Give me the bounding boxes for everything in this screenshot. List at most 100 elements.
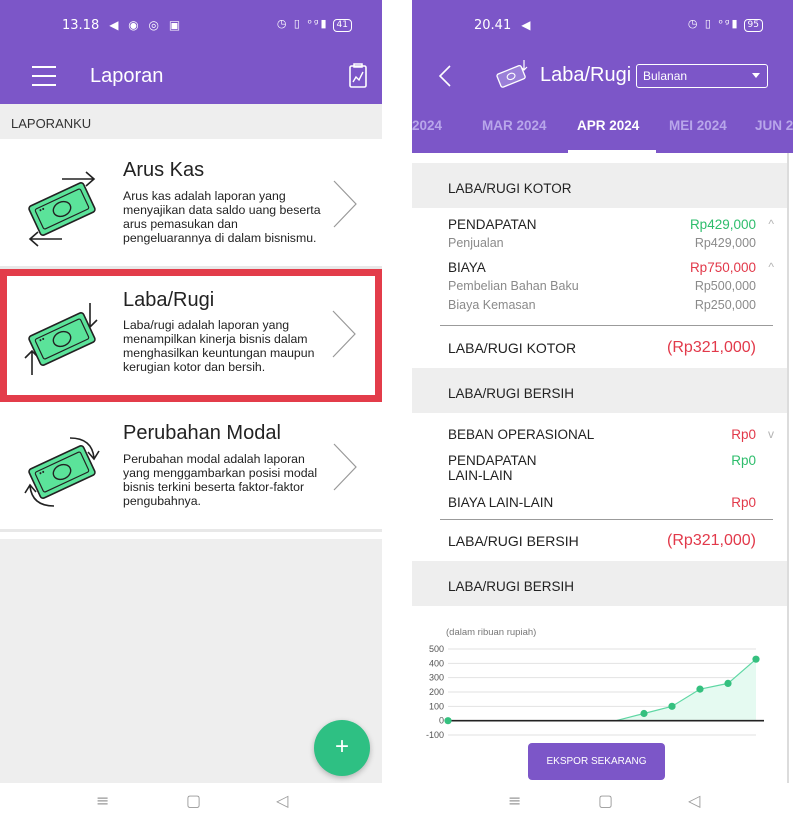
- nav-menu-icon[interactable]: ≡: [508, 791, 521, 810]
- row-amount: Rp0: [731, 495, 756, 510]
- y-tick-label: 300: [429, 673, 444, 683]
- row-amount: (Rp321,000): [667, 339, 756, 356]
- data-point: [724, 679, 732, 687]
- export-now-button[interactable]: EKSPOR SEKARANG: [528, 743, 665, 780]
- notification-icons: ◀ ◉ ◎ ▣: [109, 18, 184, 32]
- dropdown-caret-icon: [752, 73, 760, 78]
- cash-flow-icon: [28, 171, 96, 247]
- scrollbar[interactable]: [787, 153, 789, 783]
- period-select[interactable]: Bulanan: [636, 64, 768, 88]
- row-label: LABA/RUGI KOTOR: [448, 340, 577, 356]
- row-label: PENDAPATAN: [448, 217, 537, 232]
- divider: [440, 519, 773, 520]
- report-title: Perubahan Modal: [123, 422, 281, 444]
- report-item-perubahan-modal[interactable]: Perubahan Modal Perubahan modal adalah l…: [0, 402, 382, 532]
- status-bar: 13.18 ◀ ◉ ◎ ▣ ◷ ▯ ᵒᵍ▮ 41: [0, 0, 382, 50]
- section-header-net: LABA/RUGI BERSIH: [412, 368, 787, 413]
- row-net-total: LABA/RUGI BERSIH (Rp321,000): [448, 532, 774, 549]
- add-fab-button[interactable]: +: [314, 720, 370, 776]
- y-tick-label: -100: [426, 730, 444, 740]
- row-amount: (Rp321,000): [667, 532, 756, 549]
- notification-icons: ◀: [521, 18, 534, 32]
- system-icons: ◷ ▯ ᵒᵍ▮ 95: [688, 17, 763, 32]
- row-label-line1: PENDAPATAN: [448, 453, 537, 468]
- chevron-right-icon: [333, 443, 357, 491]
- y-tick-label: 500: [429, 644, 444, 654]
- row-amount: Rp429,000: [694, 236, 756, 250]
- data-point: [640, 709, 648, 718]
- row-amount: Rp250,000: [694, 298, 756, 312]
- tab-mar-2024[interactable]: MAR 2024: [482, 118, 547, 133]
- period-select-value: Bulanan: [643, 69, 688, 83]
- report-item-arus-kas[interactable]: Arus Kas Arus kas adalah laporan yang me…: [0, 139, 382, 269]
- series-area: [448, 659, 756, 721]
- divider: [440, 325, 773, 326]
- signal-icons: ◷ ▯ ᵒᵍ▮: [276, 17, 329, 30]
- status-time: 20.41: [474, 17, 512, 33]
- row-label: Biaya Kemasan: [448, 298, 536, 312]
- row-label: LABA/RUGI BERSIH: [448, 533, 579, 549]
- data-point: [752, 655, 760, 663]
- system-icons: ◷ ▯ ᵒᵍ▮ 41: [277, 17, 352, 32]
- chevron-up-icon[interactable]: ^: [768, 260, 774, 274]
- section-header-chart: LABA/RUGI BERSIH: [412, 561, 787, 606]
- capital-change-icon: [24, 437, 100, 507]
- nav-home-icon[interactable]: ▢: [186, 791, 201, 810]
- row-amount: Rp429,000: [689, 217, 756, 232]
- y-tick-label: 100: [429, 701, 444, 711]
- page-title: Laporan: [90, 65, 164, 87]
- system-navbar: ≡ ▢ ◁: [0, 783, 382, 824]
- nav-back-icon[interactable]: ◁: [276, 791, 288, 810]
- row-label: BIAYA LAIN-LAIN: [448, 495, 554, 510]
- report-item-laba-rugi[interactable]: Laba/Rugi Laba/rugi adalah laporan yang …: [0, 269, 382, 402]
- y-tick-label: 400: [429, 658, 444, 668]
- row-amount: Rp0: [731, 427, 756, 442]
- report-description: Laba/rugi adalah laporan yang menampilka…: [123, 318, 315, 374]
- status-bar: 20.41 ◀ ◷ ▯ ᵒᵍ▮ 95: [412, 0, 793, 50]
- tab-mei-2024[interactable]: MEI 2024: [669, 118, 727, 133]
- row-penjualan: Penjualan Rp429,000: [448, 236, 774, 250]
- row-label: Pembelian Bahan Baku: [448, 279, 579, 293]
- row-amount: Rp0: [731, 453, 756, 468]
- back-arrow-icon[interactable]: [438, 64, 452, 88]
- nav-home-icon[interactable]: ▢: [598, 791, 613, 810]
- row-label-line2: LAIN-LAIN: [448, 468, 513, 483]
- tab-apr-2024[interactable]: APR 2024: [577, 118, 639, 133]
- nav-back-icon[interactable]: ◁: [688, 791, 700, 810]
- report-content: LABA/RUGI KOTOR PENDAPATAN Rp429,000 ^ P…: [412, 153, 793, 783]
- month-tabs: 2024 MAR 2024 APR 2024 MEI 2024 JUN 2: [412, 100, 793, 153]
- row-label: BIAYA: [448, 260, 486, 275]
- data-point: [696, 685, 704, 693]
- battery-icon: 95: [743, 19, 763, 32]
- report-document-icon[interactable]: [348, 63, 368, 89]
- nav-menu-icon[interactable]: ≡: [96, 791, 109, 810]
- profit-loss-icon: [24, 303, 98, 375]
- row-pendapatan-lain: PENDAPATAN LAIN-LAIN Rp0: [448, 453, 774, 483]
- hamburger-menu-icon[interactable]: [32, 66, 56, 86]
- section-label: LAPORANKU: [0, 104, 382, 139]
- signal-icons: ◷ ▯ ᵒᵍ▮: [687, 17, 740, 30]
- report-description: Perubahan modal adalah laporan yang meng…: [123, 452, 318, 508]
- chevron-up-icon[interactable]: ^: [768, 217, 774, 231]
- app-bar: Laporan: [0, 50, 382, 104]
- chevron-down-icon[interactable]: v: [768, 427, 774, 441]
- y-tick-label: 0: [439, 716, 444, 726]
- profit-loss-icon: [496, 60, 528, 88]
- page-title: Laba/Rugi: [540, 64, 632, 86]
- row-amount: Rp750,000: [689, 260, 756, 275]
- row-pendapatan[interactable]: PENDAPATAN Rp429,000 ^: [448, 217, 774, 232]
- row-amount: Rp500,000: [694, 279, 756, 293]
- row-biaya-lain: BIAYA LAIN-LAIN Rp0: [448, 495, 774, 510]
- chevron-right-icon: [333, 180, 357, 228]
- chart-caption: (dalam ribuan rupiah): [446, 627, 537, 638]
- report-title: Laba/Rugi: [123, 289, 215, 311]
- tab-jun-partial[interactable]: JUN 2: [755, 118, 793, 133]
- right-phone-screen: 20.41 ◀ ◷ ▯ ᵒᵍ▮ 95 Laba/Rugi Bulanan 2024…: [412, 0, 793, 824]
- data-point: [444, 717, 452, 725]
- row-biaya[interactable]: BIAYA Rp750,000 ^: [448, 260, 774, 275]
- tab-prev-partial[interactable]: 2024: [412, 118, 442, 133]
- report-title: Arus Kas: [123, 159, 205, 181]
- status-time: 13.18: [62, 17, 100, 33]
- row-beban-operasional[interactable]: BEBAN OPERASIONAL Rp0 v: [448, 427, 774, 442]
- row-gross-total: LABA/RUGI KOTOR (Rp321,000): [448, 339, 774, 356]
